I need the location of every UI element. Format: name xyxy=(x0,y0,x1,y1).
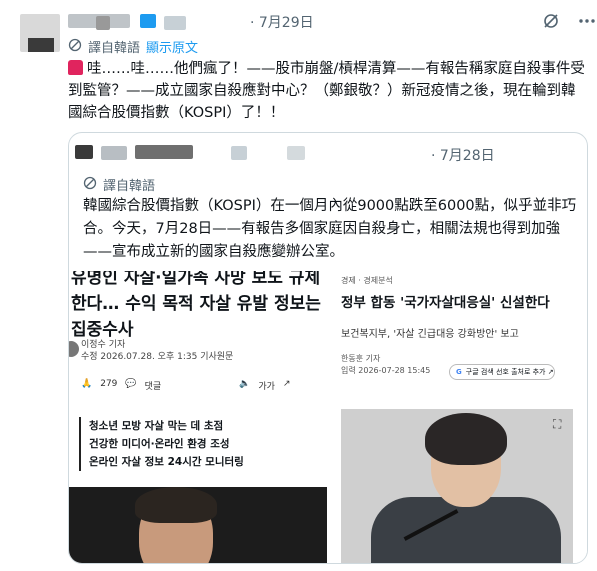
quote-text: 韓國綜合股價指數（KOSPI）在一個月內從9000點跌至6000點，似乎並非巧合… xyxy=(83,198,577,260)
left-article-stats: 🙏 279 💬 댓글 🔈 가가 ↗ xyxy=(81,379,291,392)
quote-avatar-redacted xyxy=(75,145,93,159)
more-icon[interactable] xyxy=(576,10,597,32)
post-card: · 7月29日 譯自韓語 顯示原文 哇……哇……他們瘋了！——股市崩盤/槓桿清算… xyxy=(0,0,597,571)
post-actions xyxy=(540,10,597,32)
siren-icon xyxy=(68,60,83,75)
media-grid[interactable]: 유명인 자살·일가족 사망 보도 규제한다… 수익 목적 자살 유발 정보는 집… xyxy=(69,271,587,563)
quote-handle-redacted xyxy=(135,145,193,159)
left-article-headline: 유명인 자살·일가족 사망 보도 규제한다… 수익 목적 자살 유발 정보는 집… xyxy=(71,271,321,340)
share-icon: ↗ xyxy=(282,379,291,389)
bullet-item: 온라인 자살 정보 24시간 모니터링 xyxy=(89,456,244,468)
bullet-item: 건강한 미디어·온라인 환경 조성 xyxy=(89,438,230,450)
right-article-category: 경제 · 경제분석 xyxy=(341,276,393,285)
quote-translate-label: 譯自韓語 xyxy=(103,179,156,194)
left-article-byline: 이정수 기자 수정 2026.07.28. 오후 1:35 기사원문 xyxy=(81,339,233,363)
right-photo-hair xyxy=(425,413,507,465)
google-source-label: 구글 검색 선호 출처로 추가 ↗ xyxy=(465,368,554,376)
bullet-item: 청소년 모방 자살 막는 데 초점 xyxy=(89,420,224,432)
left-article-comments: 댓글 xyxy=(144,382,162,392)
reaction-icon: 🙏 xyxy=(81,379,93,389)
show-original-link[interactable]: 顯示原文 xyxy=(146,37,198,56)
left-photo-hair xyxy=(135,487,217,523)
left-article-font-size: 가가 xyxy=(258,382,275,392)
left-article-time: 수정 2026.07.28. 오후 1:35 xyxy=(81,352,198,362)
quote-badge-redacted xyxy=(231,146,247,160)
avatar[interactable] xyxy=(20,14,60,52)
translate-label: 譯自韓語 xyxy=(88,41,141,56)
google-source-button: G 구글 검색 선호 출처로 추가 ↗ xyxy=(449,364,555,380)
post-text-container: 哇……哇……他們瘋了！——股市崩盤/槓桿清算——有報告稱家庭自殺事件受到監管？—… xyxy=(68,58,588,124)
quote-name-redacted xyxy=(101,146,127,160)
right-article-headline: 정부 합동 '국가자살대응실' 신설한다 xyxy=(341,295,550,311)
left-article-likes: 279 xyxy=(100,379,118,389)
quoted-post[interactable]: · 7月28日 譯自韓語 韓國綜合股價指數（KOSPI）在一個月內從9000點跌… xyxy=(68,132,588,564)
quote-username-redacted xyxy=(287,146,305,160)
right-article-reporter: 한동훈 기자 xyxy=(341,354,381,363)
left-article-tag: 기사원문 xyxy=(200,352,234,362)
translation-bar: 譯自韓語 顯示原文 xyxy=(68,37,198,56)
grok-icon[interactable] xyxy=(540,10,562,32)
translate-icon xyxy=(83,176,97,194)
left-article-image[interactable]: 유명인 자살·일가족 사망 보도 규제한다… 수익 목적 자살 유발 정보는 집… xyxy=(69,271,327,563)
comment-icon: 💬 xyxy=(125,379,137,389)
quote-date[interactable]: · 7月28日 xyxy=(431,145,495,165)
verified-badge-redacted xyxy=(140,14,156,28)
right-article-subheadline: 보건복지부, '자살 긴급대응 강화방안' 보고 xyxy=(341,329,519,340)
left-article-bullets: 청소년 모방 자살 막는 데 초점 건강한 미디어·온라인 환경 조성 온라인 … xyxy=(79,417,244,471)
speaker-icon: 🔈 xyxy=(239,379,251,389)
left-article-reporter: 이정수 기자 xyxy=(81,340,126,350)
post-text: 哇……哇……他們瘋了！——股市崩盤/槓桿清算——有報告稱家庭自殺事件受到監管？—… xyxy=(68,61,585,121)
expand-icon: ⛶ xyxy=(553,417,562,431)
right-article-time: 입력 2026-07-28 15:45 xyxy=(341,366,431,375)
right-article-image[interactable]: 경제 · 경제분석 정부 합동 '국가자살대응실' 신설한다 보건복지부, '자… xyxy=(341,271,587,563)
author-username-redacted[interactable] xyxy=(164,16,186,30)
author-handle-redacted[interactable] xyxy=(96,16,110,30)
reporter-avatar xyxy=(69,341,79,357)
post-date[interactable]: · 7月29日 xyxy=(250,12,314,32)
translate-icon xyxy=(68,38,82,56)
right-article-byline: 한동훈 기자 입력 2026-07-28 15:45 xyxy=(341,353,430,377)
quote-translation-bar: 譯自韓語 xyxy=(83,175,155,194)
google-icon: G xyxy=(456,368,462,376)
